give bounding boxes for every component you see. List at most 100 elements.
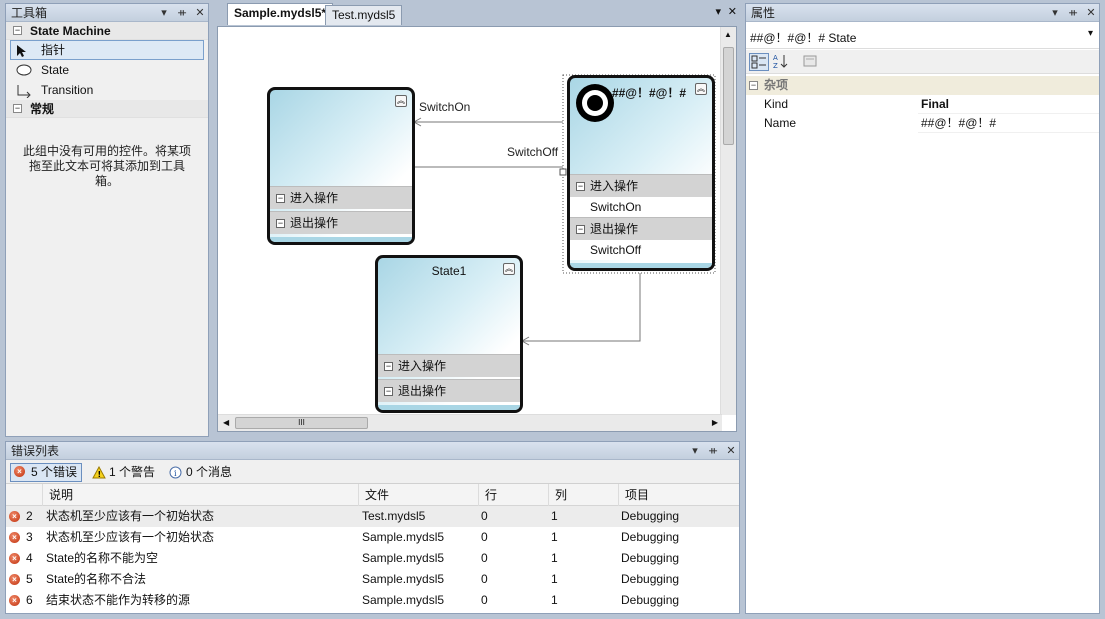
section-label: 进入操作 [398,359,447,373]
pin-icon[interactable]: ᚑ [708,442,718,460]
error-list-titlebar: 错误列表 ▾ ᚑ ✕ [6,442,739,460]
close-icon[interactable]: ✕ [726,442,736,460]
table-row[interactable]: × 2 状态机至少应该有一个初始状态 Test.mydsl5 0 1 Debugging [6,506,739,527]
error-icon-cell: × [6,548,20,569]
connector-icon [17,85,31,98]
collapse-icon[interactable]: − [576,225,585,234]
entry-section[interactable]: − 进入操作 [270,186,412,209]
close-icon[interactable]: ✕ [1086,4,1096,22]
warnings-filter-button[interactable]: ! 1 个警告 [88,463,160,482]
collapse-icon[interactable]: − [13,26,22,35]
toolbox-item-transition[interactable]: Transition [10,80,204,100]
error-icon: × [9,595,20,607]
errors-filter-button[interactable]: × 5 个错误 [10,463,83,482]
messages-filter-button[interactable]: i 0 个消息 [165,463,237,482]
collapse-icon[interactable]: − [749,81,758,90]
property-row-name[interactable]: Name ##@！#@！# [746,114,1099,133]
entry-action-item[interactable]: SwitchOn [570,197,712,217]
dropdown-icon[interactable]: ▾ [715,5,721,18]
property-row-kind[interactable]: Kind Final [746,95,1099,114]
entry-section[interactable]: − 进入操作 [378,354,520,377]
toolbox-item-state[interactable]: State [10,60,204,80]
table-row[interactable]: × 5 State的名称不合法 Sample.mydsl5 0 1 Debugging [6,569,739,590]
exit-action-item[interactable]: SwitchOff [570,240,712,260]
toolbox-group-state-machine[interactable]: − State Machine [6,22,208,40]
scroll-up-icon[interactable]: ▲ [724,30,732,39]
table-row[interactable]: × 4 State的名称不能为空 Sample.mydsl5 0 1 Debugging [6,548,739,569]
collapse-icon[interactable]: − [276,194,285,203]
property-value[interactable]: Final [918,95,1099,114]
vertical-scrollbar[interactable]: ▲ [720,27,736,415]
column-header-description[interactable]: 说明 [42,484,358,506]
transition-label-switchon[interactable]: SwitchOn [419,100,470,114]
transition-to-state1-line[interactable] [523,273,641,342]
selection-handle[interactable] [559,168,567,176]
horizontal-scroll-thumb[interactable]: III [235,417,368,429]
error-line: 0 [481,572,488,586]
state-node-unnamed[interactable]: ︽ − 进入操作 − 退出操作 [267,87,415,245]
pin-icon[interactable]: ᚑ [177,4,187,22]
error-icon: × [9,532,20,544]
svg-text:!: ! [98,470,102,479]
error-column: 1 [551,530,558,544]
tab-test[interactable]: Test.mydsl5 [325,5,403,25]
close-icon[interactable]: ✕ [195,4,205,22]
scroll-right-icon[interactable]: ▶ [712,418,718,427]
state-node-state1[interactable]: State1 ︽ − 进入操作 − 退出操作 [375,255,523,413]
column-header-icon[interactable] [6,484,42,506]
column-header-line[interactable]: 行 [478,484,548,506]
entry-section[interactable]: − 进入操作 [570,174,712,197]
pin-icon[interactable]: ᚑ [1068,4,1078,22]
error-project: Debugging [621,593,680,607]
collapse-icon[interactable]: ︽ [503,263,515,275]
column-header-project[interactable]: 项目 [618,484,739,506]
object-selector[interactable]: ##@！#@！# State ▾ [746,23,1099,49]
categorized-view-button[interactable] [749,53,769,71]
property-value[interactable]: ##@！#@！# [918,114,1099,133]
alphabetical-view-button[interactable]: AZ [772,53,792,71]
toolbox-group-general[interactable]: − 常规 [6,100,208,118]
collapse-icon[interactable]: − [576,182,585,191]
chevron-down-icon[interactable]: ▾ [1088,28,1093,39]
tab-sample[interactable]: Sample.mydsl5* [227,3,334,25]
table-row[interactable]: × 3 状态机至少应该有一个初始状态 Sample.mydsl5 0 1 Debugging [6,527,739,548]
vertical-scroll-thumb[interactable] [723,47,734,145]
dropdown-icon[interactable]: ▾ [1050,4,1060,22]
error-column: 1 [551,572,558,586]
collapse-icon[interactable]: − [384,362,393,371]
collapse-icon[interactable]: − [13,104,22,113]
state-name[interactable]: State1 [378,264,520,278]
collapse-icon[interactable]: − [384,387,393,396]
error-icon: × [9,553,20,565]
sort-az-icon: AZ [773,54,788,70]
toolbox-title: 工具箱 [11,6,48,20]
property-pages-button[interactable] [801,53,821,71]
transition-label-switchoff[interactable]: SwitchOff [507,145,558,159]
exit-section[interactable]: − 退出操作 [378,379,520,402]
collapse-icon[interactable]: − [276,219,285,228]
column-header-column[interactable]: 列 [548,484,618,506]
state-node-final[interactable]: ##@！#@！# ︽ − 进入操作 SwitchOn − 退出操作 Switch… [567,75,715,271]
diagram-canvas[interactable]: SwitchOn SwitchOff ︽ − 进入操作 − 退出操作 ##@！#… [217,26,737,432]
property-category[interactable]: − 杂项 [746,76,1099,95]
error-grid-body: × 2 状态机至少应该有一个初始状态 Test.mydsl5 0 1 Debugging × 3… [6,506,739,611]
error-list-panel: 错误列表 ▾ ᚑ ✕ × 5 个错误 ! 1 个警告 i 0 个消息 说明 文件… [5,441,740,614]
error-project: Debugging [621,509,680,523]
state-footer [378,405,520,410]
exit-section[interactable]: − 退出操作 [570,217,712,240]
scroll-left-icon[interactable]: ◀ [223,418,229,427]
close-icon[interactable]: ✕ [728,5,737,18]
section-label: 退出操作 [290,216,339,230]
property-key: Kind [746,95,918,114]
exit-section[interactable]: − 退出操作 [270,211,412,234]
collapse-icon[interactable]: ︽ [395,95,407,107]
toolbox-item-pointer[interactable]: 指针 [10,40,204,60]
error-line: 0 [481,530,488,544]
horizontal-scrollbar[interactable]: ◀ III ▶ [218,414,722,431]
column-header-file[interactable]: 文件 [358,484,478,506]
collapse-icon[interactable]: ︽ [695,83,707,95]
dropdown-icon[interactable]: ▾ [159,4,169,22]
table-row[interactable]: × 6 结束状态不能作为转移的源 Sample.mydsl5 0 1 Debugging [6,590,739,611]
categorized-icon [751,55,766,69]
dropdown-icon[interactable]: ▾ [690,442,700,460]
